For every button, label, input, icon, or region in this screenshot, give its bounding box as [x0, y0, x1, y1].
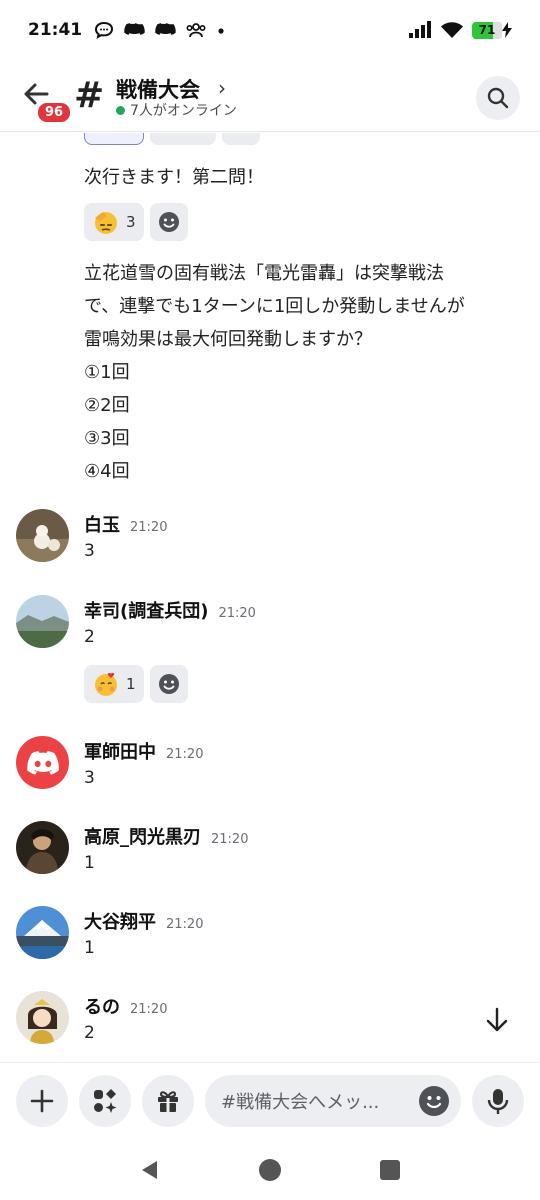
- author-name[interactable]: 軍師田中 21:20: [84, 738, 203, 764]
- message-group: 軍師田中 21:20 3: [0, 736, 540, 806]
- reaction-count: 1: [126, 675, 136, 693]
- avatar[interactable]: [16, 906, 69, 959]
- mic-icon: [487, 1089, 509, 1114]
- reactions-row: 1: [84, 665, 188, 703]
- voice-button[interactable]: [472, 1075, 524, 1127]
- apps-icon: [94, 1089, 117, 1113]
- timestamp: 21:20: [166, 917, 204, 932]
- wifi-icon: [441, 22, 463, 38]
- online-status: 7人がオンライン: [116, 100, 237, 120]
- add-reaction-button[interactable]: [222, 133, 260, 145]
- gift-button[interactable]: [142, 1075, 194, 1127]
- message-body: 1: [84, 853, 95, 873]
- message-line: ④4回: [84, 461, 130, 482]
- emoji-icon: [158, 674, 179, 694]
- unread-badge: 96: [35, 100, 74, 125]
- emoji-icon: [420, 1087, 448, 1115]
- author-name[interactable]: 大谷翔平 21:20: [84, 908, 203, 934]
- message-body: 3: [84, 541, 95, 561]
- avatar[interactable]: [16, 821, 69, 874]
- message-line: ①1回: [84, 362, 130, 383]
- timestamp: 21:20: [130, 520, 168, 535]
- timestamp: 21:20: [211, 832, 249, 847]
- plus-icon: [30, 1089, 54, 1113]
- add-reaction-button[interactable]: [149, 665, 188, 703]
- message-input[interactable]: #戦備大会へメッ...: [205, 1075, 461, 1127]
- timestamp: 21:20: [218, 606, 256, 621]
- add-reaction-button[interactable]: [149, 203, 188, 241]
- nav-recents-icon[interactable]: [379, 1159, 401, 1181]
- message-list[interactable]: 次行きます！第二問！ 3 立花道雪の固有戦法「電光雷轟」は突撃戦法 で、連撃でも…: [0, 133, 540, 1061]
- discord-notification-icon-2: [155, 23, 176, 35]
- author-name[interactable]: 高原_閃光黒刃 21:20: [84, 823, 248, 849]
- message-text: 次行きます！第二問！: [84, 167, 264, 188]
- author-name[interactable]: 幸司(調査兵団) 21:20: [84, 597, 256, 623]
- search-icon: [487, 87, 509, 109]
- timestamp: 21:20: [166, 747, 204, 762]
- jump-to-bottom-button[interactable]: [482, 1005, 512, 1035]
- gift-icon: [158, 1091, 178, 1112]
- avatar[interactable]: [16, 736, 69, 789]
- composer-bar: #戦備大会へメッ...: [0, 1062, 540, 1140]
- message-line: 立花道雪の固有戦法「電光雷轟」は突撃戦法: [84, 263, 444, 284]
- attach-button[interactable]: [16, 1075, 68, 1127]
- online-dot: [116, 105, 125, 115]
- search-button[interactable]: [476, 76, 520, 120]
- message-group: 白玉 21:20 3: [0, 509, 540, 579]
- online-count: 7人がオンライン: [130, 103, 237, 119]
- message-group: るの 21:20 2: [0, 991, 540, 1061]
- charging-bolt-icon: [502, 22, 512, 38]
- reaction-pill[interactable]: 1: [84, 665, 144, 703]
- message-input-placeholder: #戦備大会へメッ...: [221, 1092, 380, 1113]
- message-group: 幸司(調査兵団) 21:20 2: [0, 595, 540, 665]
- channel-header: 96 # 戦備大会 › 7人がオンライン: [0, 62, 540, 132]
- signal-icon: [409, 21, 431, 38]
- reaction-count: 3: [126, 213, 136, 231]
- group-icon: [186, 23, 206, 38]
- hugging-heart-emoji-icon: [95, 672, 117, 696]
- message-body: 1: [84, 938, 95, 958]
- reactions-row: 3: [84, 203, 188, 241]
- system-nav-bar: [0, 1140, 540, 1200]
- status-bar: 21:41 71: [0, 0, 540, 60]
- message-body: 2: [84, 1023, 95, 1043]
- more-dot-icon: [218, 28, 224, 34]
- chevron-right-icon[interactable]: ›: [218, 76, 226, 100]
- reaction-pill[interactable]: 3: [84, 203, 144, 241]
- battery: 71: [472, 21, 512, 39]
- chat-bubble-icon: [95, 21, 114, 39]
- message-body: 2: [84, 627, 95, 647]
- notification-icons: [94, 21, 226, 39]
- message-group: 高原_閃光黒刃 21:20 1: [0, 821, 540, 891]
- quiz-message: 立花道雪の固有戦法「電光雷轟」は突撃戦法 で、連撃でも1ターンに1回しか発動しま…: [84, 257, 465, 488]
- reaction-pill[interactable]: [84, 133, 144, 145]
- reaction-pill[interactable]: [150, 133, 216, 145]
- timestamp: 21:20: [130, 1002, 168, 1017]
- apps-button[interactable]: [79, 1075, 131, 1127]
- discord-default-avatar-icon: [26, 750, 59, 775]
- message-body: 3: [84, 768, 95, 788]
- channel-hash-icon: #: [74, 75, 105, 116]
- author-name[interactable]: るの 21:20: [84, 993, 167, 1019]
- jump-down-icon: [486, 1007, 508, 1032]
- discord-notification-icon: [124, 23, 145, 35]
- emoji-button[interactable]: [419, 1086, 449, 1116]
- battery-level: 71: [478, 22, 496, 37]
- avatar[interactable]: [16, 991, 69, 1044]
- avatar[interactable]: [16, 509, 69, 562]
- message-group: 大谷翔平 21:20 1: [0, 906, 540, 976]
- message-line: で、連撃でも1ターンに1回しか発動しませんが: [84, 296, 465, 317]
- emoji-icon: [158, 212, 179, 232]
- salute-emoji-icon: [95, 212, 117, 234]
- message-line: 雷鳴効果は最大何回発動しますか？: [84, 329, 372, 350]
- message-line: ③3回: [84, 428, 130, 449]
- author-name[interactable]: 白玉 21:20: [84, 511, 167, 537]
- nav-home-icon[interactable]: [258, 1158, 282, 1182]
- message-line: ②2回: [84, 395, 130, 416]
- nav-back-icon[interactable]: [139, 1159, 161, 1181]
- previous-reactions-row: [84, 133, 260, 145]
- avatar[interactable]: [16, 595, 69, 648]
- status-time: 21:41: [28, 20, 83, 40]
